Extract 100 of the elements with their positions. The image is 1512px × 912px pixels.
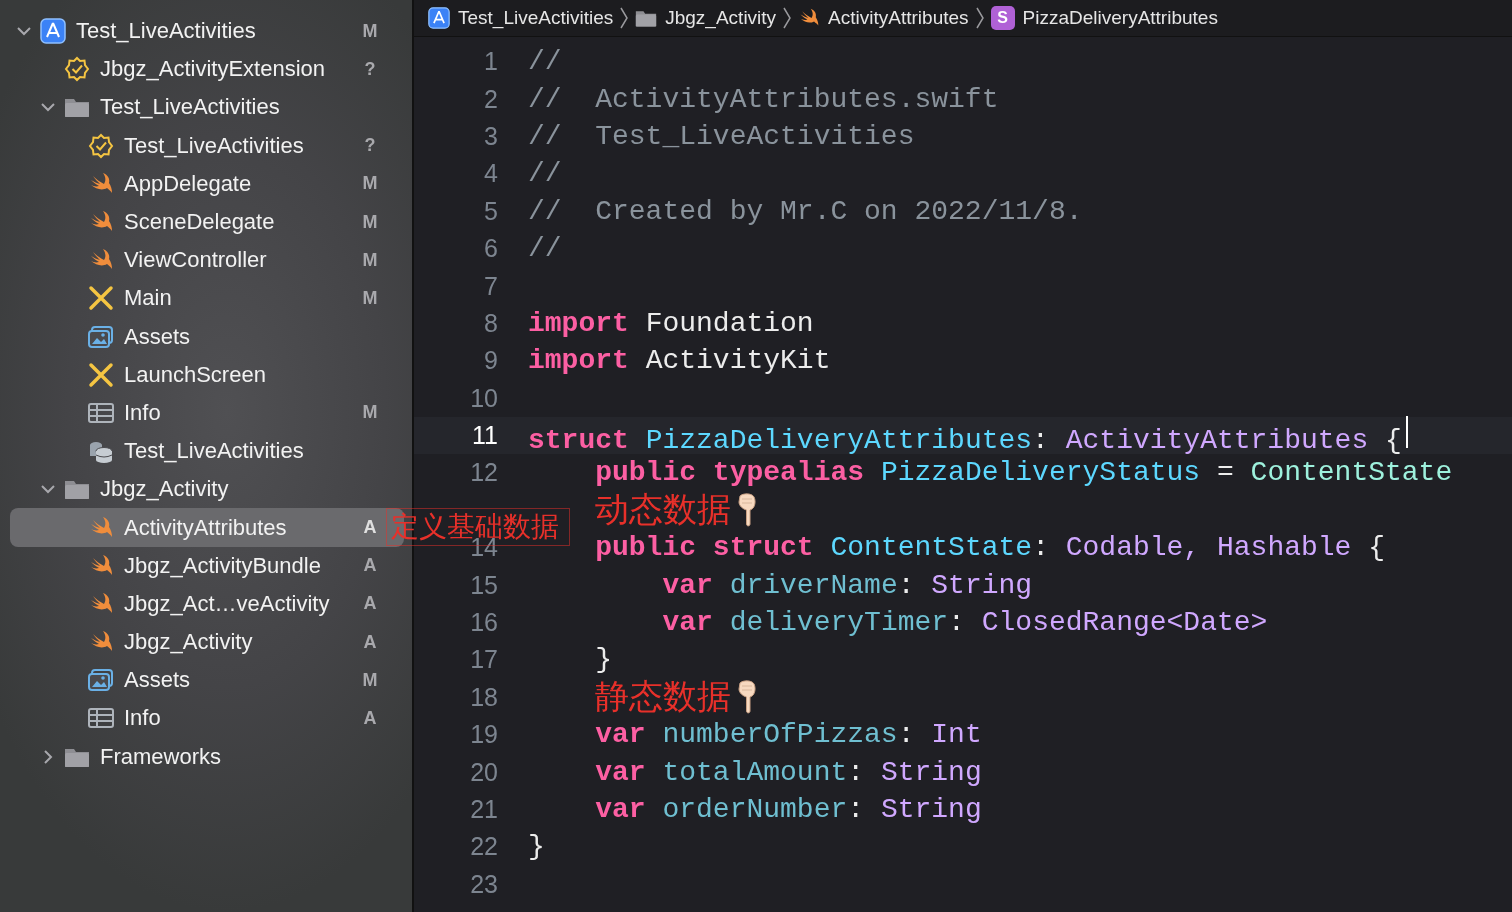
- line-number: 2: [483, 84, 498, 114]
- line-number: 16: [469, 608, 498, 638]
- breadcrumb-item[interactable]: Jbgz_Activity: [635, 7, 777, 29]
- code-token: ClosedRange<Date>: [981, 607, 1268, 639]
- line-number: 9: [483, 346, 498, 376]
- line-number: 19: [469, 720, 498, 750]
- line-number: 10: [469, 383, 498, 413]
- code-token: }: [595, 644, 612, 676]
- code-token: var: [595, 756, 646, 788]
- status-label: A: [362, 593, 378, 615]
- code-token: :: [847, 756, 865, 788]
- file-tree-item[interactable]: Jbgz_Act…veActivity A: [10, 584, 404, 623]
- line-number: 6: [483, 234, 498, 264]
- file-tree-item[interactable]: AppDelegate M: [10, 164, 404, 203]
- code-token: :: [948, 607, 965, 639]
- code-token: Foundation: [645, 307, 814, 339]
- code-token: ContentState: [830, 532, 1033, 564]
- file-tree-item[interactable]: Test_LiveActivities ?: [10, 126, 404, 165]
- line-number: 15: [469, 570, 498, 600]
- struct-icon: S: [990, 6, 1015, 30]
- status-label: M: [361, 402, 379, 424]
- seal-check-icon: [64, 56, 90, 83]
- chevron-right-icon: [782, 6, 793, 30]
- status-label: A: [362, 631, 378, 653]
- code-token: public: [595, 457, 697, 489]
- line-number: 3: [483, 121, 498, 151]
- file-tree-item[interactable]: Test_LiveActivities: [10, 88, 404, 127]
- chevron-right-icon: [619, 6, 630, 30]
- file-tree-item[interactable]: Test_LiveActivities M: [10, 12, 404, 51]
- file-tree-item[interactable]: Assets M: [10, 661, 404, 700]
- code-token: PizzaDeliveryStatus: [880, 457, 1201, 489]
- status-label: ?: [363, 58, 377, 80]
- cross-icon: [88, 361, 114, 388]
- code-token: Codable,: [1065, 532, 1201, 564]
- status-label: A: [362, 517, 378, 539]
- file-tree-item[interactable]: Test_LiveActivities: [10, 432, 404, 471]
- line-number: 5: [483, 196, 498, 226]
- pointing-hand-icon: [737, 493, 758, 528]
- code-token: driverName: [729, 569, 898, 601]
- code-token: import: [528, 345, 629, 377]
- code-token: :: [1032, 424, 1049, 456]
- line-number: 11: [471, 421, 498, 451]
- breadcrumb-item[interactable]: S PizzaDeliveryAttributes: [990, 6, 1218, 30]
- code-token: :: [897, 569, 915, 601]
- status-label: M: [361, 287, 379, 309]
- breadcrumb-item[interactable]: ActivityAttributes: [798, 7, 969, 29]
- cross-icon: [88, 285, 114, 312]
- file-tree-item[interactable]: Jbgz_Activity A: [10, 623, 404, 662]
- code-token: =: [1216, 457, 1234, 489]
- file-tree-item[interactable]: Assets: [10, 317, 404, 356]
- annotation-label: 动态数据: [595, 488, 732, 532]
- line-number: 12: [469, 458, 498, 488]
- code-token: }: [528, 831, 545, 863]
- code-token: Int: [931, 719, 982, 751]
- breadcrumb-item[interactable]: Test_LiveActivities: [428, 7, 614, 29]
- code-token: String: [931, 569, 1033, 601]
- file-tree-item[interactable]: Jbgz_ActivityBundle A: [10, 546, 404, 585]
- code-token: String: [880, 756, 982, 788]
- status-label: ?: [363, 135, 377, 157]
- code-token: ContentState: [1250, 457, 1453, 489]
- code-token: totalAmount: [662, 756, 848, 788]
- code-comment: //: [528, 158, 562, 190]
- code-comment: // Created by Mr.C on 2022/11/8.: [528, 195, 1083, 227]
- code-token: ActivityKit: [645, 345, 831, 377]
- pointing-hand-icon: [737, 680, 758, 715]
- file-tree-item[interactable]: ViewController M: [10, 241, 404, 280]
- line-number: 22: [469, 832, 498, 862]
- code-token: :: [847, 794, 865, 825]
- code-token: public: [595, 532, 697, 564]
- status-label: M: [361, 20, 379, 42]
- images-icon: [88, 323, 114, 350]
- text-cursor: [1405, 415, 1408, 448]
- code-token: :: [1032, 532, 1049, 564]
- file-tree-item[interactable]: Info A: [10, 699, 404, 738]
- file-tree-item[interactable]: Jbgz_ActivityExtension ?: [10, 50, 404, 89]
- line-number: 21: [469, 795, 498, 824]
- images-icon: [88, 667, 114, 694]
- file-tree-item[interactable]: Main M: [10, 279, 404, 318]
- status-label: M: [361, 669, 379, 691]
- code-token: struct: [528, 424, 629, 456]
- code-token: struct: [712, 532, 814, 564]
- file-tree-item[interactable]: SceneDelegate M: [10, 202, 404, 242]
- line-number: 1: [483, 47, 498, 77]
- code-comment: //: [528, 46, 562, 78]
- code-token: Hashable: [1217, 532, 1352, 564]
- file-tree-item[interactable]: LaunchScreen: [10, 355, 404, 394]
- status-label: M: [361, 249, 379, 271]
- file-tree-item[interactable]: Jbgz_Activity: [10, 470, 404, 509]
- status-label: M: [361, 173, 379, 195]
- file-tree-item[interactable]: Frameworks: [10, 737, 404, 776]
- code-comment: // Test_LiveActivities: [528, 120, 915, 152]
- code-token: numberOfPizzas: [662, 719, 898, 751]
- line-number: 23: [469, 869, 498, 899]
- line-number: 7: [483, 271, 498, 301]
- file-tree-item[interactable]: Info M: [10, 393, 404, 433]
- code-token: PizzaDeliveryAttributes: [645, 424, 1033, 456]
- status-label: A: [362, 707, 378, 729]
- code-token: String: [880, 794, 982, 825]
- seal-check-icon: [88, 132, 114, 159]
- app-icon: [40, 18, 66, 45]
